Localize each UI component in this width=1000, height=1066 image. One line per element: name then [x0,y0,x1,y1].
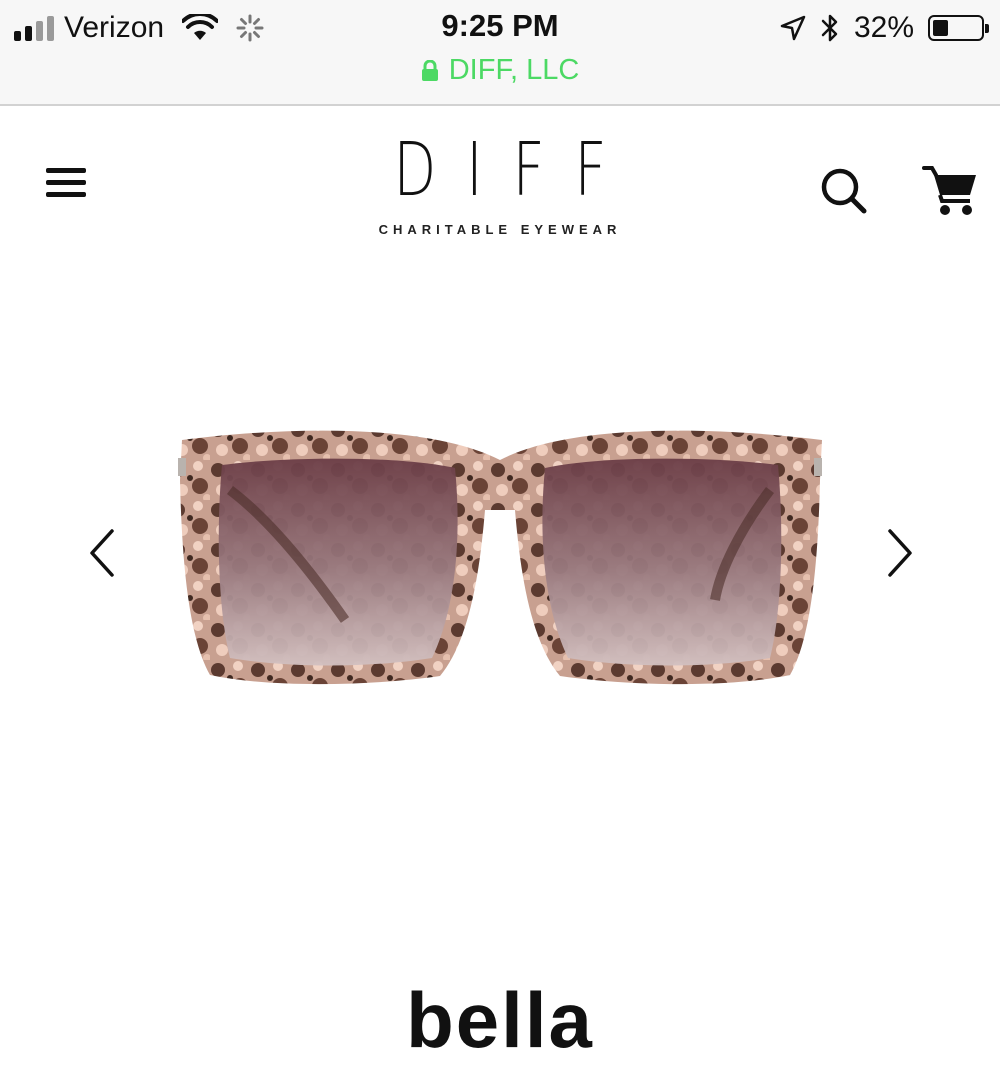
site-identity[interactable]: DIFF, LLC [0,54,1000,87]
brand-tagline: CHARITABLE EYEWEAR [378,222,622,237]
bluetooth-icon [821,14,838,42]
chevron-right-icon[interactable] [878,525,918,581]
lock-icon [421,59,438,81]
battery-level-fill [933,20,948,36]
status-bar: Verizon 9:25 PM DIFF, LLC 32% [0,0,1000,106]
site-identity-label: DIFF, LLC [448,54,580,86]
product-image-sunglasses [178,430,822,685]
search-icon[interactable] [818,165,868,215]
brand-logo[interactable]: DIFF CHARITABLE EYEWEAR [300,130,700,237]
battery-percent: 32% [853,11,914,44]
product-title: bella [406,976,594,1064]
brand-wordmark: DIFF [393,127,637,213]
chevron-left-icon[interactable] [84,525,124,581]
location-arrow-icon [780,15,806,41]
shopping-cart-icon[interactable] [922,163,978,217]
status-bar-right: 32% [780,8,989,48]
battery-icon [928,15,989,41]
hamburger-menu-icon[interactable] [46,168,88,202]
